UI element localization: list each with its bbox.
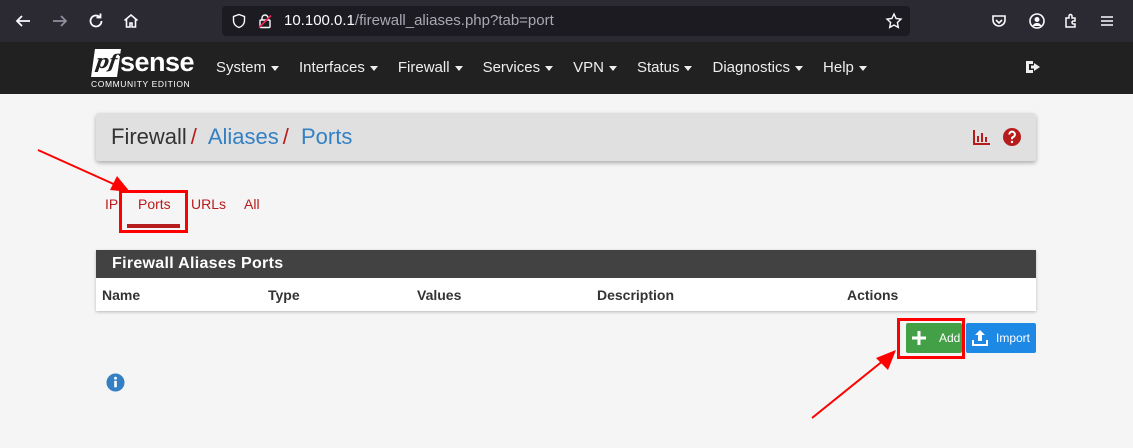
menu-status[interactable]: Status [627,42,703,94]
extensions-icon[interactable] [1058,8,1084,34]
tab-ports[interactable]: Ports [138,196,171,212]
menu-firewall[interactable]: Firewall [388,42,473,94]
logo-mark: pf [91,49,121,77]
chart-icon[interactable] [972,127,992,147]
menu-diagnostics[interactable]: Diagnostics [702,42,813,94]
page-title: Firewall / Aliases / Ports [111,124,352,150]
menu-services[interactable]: Services [473,42,564,94]
pfsense-logo[interactable]: pf sense COMMUNITY EDITION [90,46,202,90]
menu-label: Help [823,59,854,76]
import-button[interactable]: Import [966,323,1036,353]
tab-all[interactable]: All [244,196,260,212]
url-bar[interactable]: 10.100.0.1/firewall_aliases.php?tab=port [222,6,910,36]
aliases-panel: Firewall Aliases Ports Name Type Values … [96,250,1036,311]
main-navbar: pf sense COMMUNITY EDITION System Interf… [0,42,1133,94]
main-menu: System Interfaces Firewall Services VPN … [206,42,877,94]
caret-down-icon [545,65,554,71]
active-tab-indicator [127,224,180,228]
breadcrumb: Firewall / Aliases / Ports [96,113,1036,161]
pocket-icon[interactable] [986,8,1012,34]
column-header-actions: Actions [847,287,899,303]
caret-down-icon [271,65,280,71]
add-button-label: Add [939,331,961,345]
tab-ip[interactable]: IP [105,196,118,212]
plus-icon [912,331,926,345]
logo-word: sense [120,47,195,77]
logout-icon[interactable] [1024,57,1044,77]
home-icon[interactable] [118,8,144,34]
caret-down-icon [858,65,867,71]
column-header-values[interactable]: Values [417,287,461,303]
menu-label: Status [636,59,680,76]
import-button-label: Import [996,331,1031,345]
menu-interfaces[interactable]: Interfaces [289,42,388,94]
caret-down-icon [684,65,693,71]
column-header-type[interactable]: Type [268,287,300,303]
info-icon[interactable] [106,373,125,392]
shield-icon[interactable] [231,13,247,29]
menu-label: System [216,59,267,76]
breadcrumb-ports-link[interactable]: Ports [301,124,352,149]
caret-down-icon [454,65,463,71]
menu-system[interactable]: System [206,42,289,94]
menu-label: Services [482,59,541,76]
help-icon[interactable] [1002,127,1022,147]
column-header-name[interactable]: Name [102,287,140,303]
menu-vpn[interactable]: VPN [563,42,627,94]
caret-down-icon [608,65,617,71]
upload-icon [972,330,988,346]
breadcrumb-firewall: Firewall [111,124,187,149]
caret-down-icon [369,65,378,71]
breadcrumb-separator: / [282,124,289,149]
menu-label: Diagnostics [712,59,791,76]
add-button[interactable]: Add [906,323,962,353]
tab-urls[interactable]: URLs [191,196,226,212]
account-icon[interactable] [1024,8,1050,34]
logo-edition: COMMUNITY EDITION [91,79,191,89]
url-path: /firewall_aliases.php?tab=port [354,12,554,29]
hamburger-menu-icon[interactable] [1094,8,1120,34]
breadcrumb-aliases-link[interactable]: Aliases [208,124,279,149]
breadcrumb-separator: / [190,124,197,149]
menu-label: Interfaces [299,59,365,76]
column-header-description[interactable]: Description [597,287,674,303]
bookmark-star-icon[interactable] [885,12,903,30]
panel-title: Firewall Aliases Ports [96,250,1036,278]
forward-icon[interactable] [47,8,73,34]
back-icon[interactable] [10,8,36,34]
caret-down-icon [795,65,804,71]
breadcrumb-icons [972,127,1022,147]
menu-label: VPN [573,59,604,76]
url-text[interactable]: 10.100.0.1/firewall_aliases.php?tab=port [284,12,554,29]
menu-label: Firewall [397,59,450,76]
url-host: 10.100.0.1 [284,12,355,29]
reload-icon[interactable] [83,8,109,34]
browser-toolbar: 10.100.0.1/firewall_aliases.php?tab=port [0,0,1133,42]
menu-help[interactable]: Help [813,42,877,94]
insecure-lock-icon[interactable] [257,13,273,29]
